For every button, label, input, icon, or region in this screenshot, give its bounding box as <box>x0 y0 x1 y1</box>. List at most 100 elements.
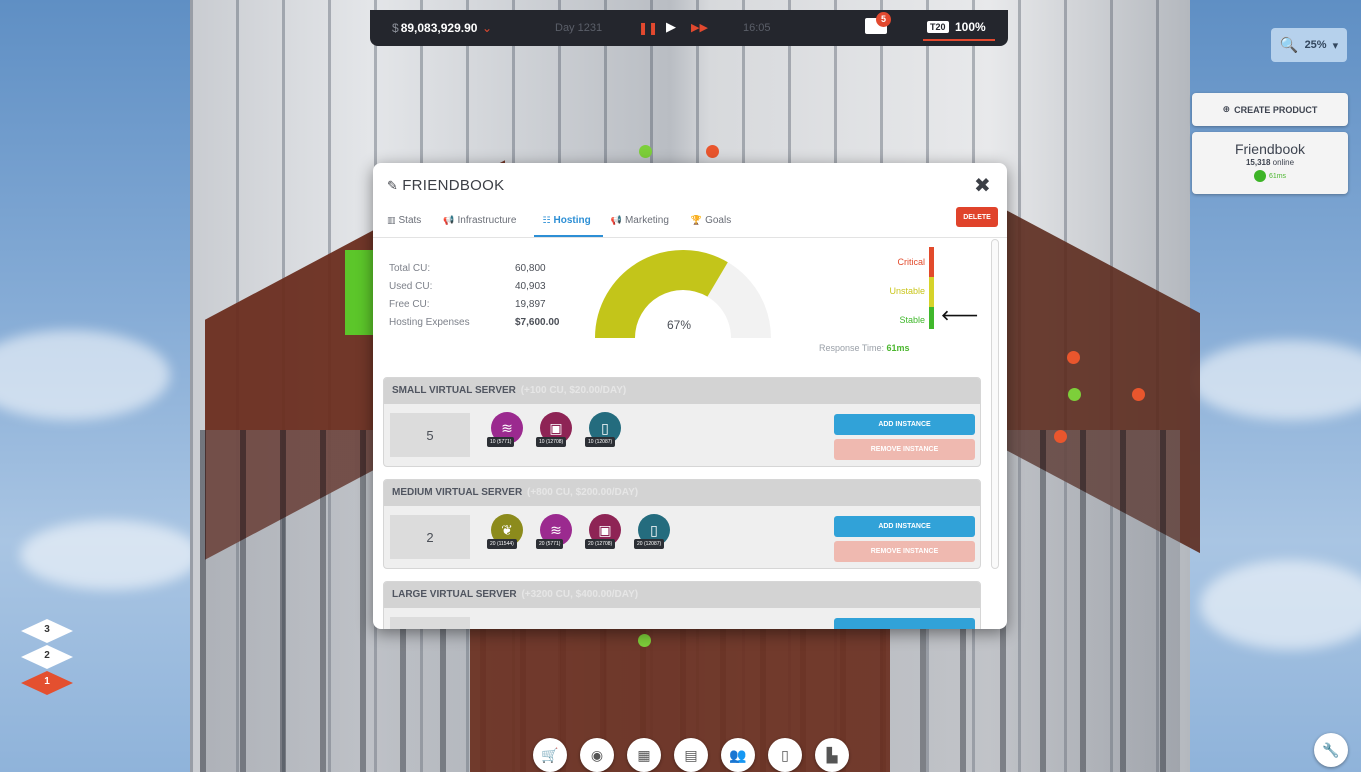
play-button[interactable]: ▶ <box>666 19 676 35</box>
stat-label: Used CU: <box>389 280 433 292</box>
megaphone-icon: 📢 <box>610 215 622 225</box>
day-counter: Day 1231 <box>555 22 603 34</box>
feature-badge: ▣ 10 (12708) <box>536 412 572 452</box>
performance-value: 100% <box>955 20 986 34</box>
product-card[interactable]: Friendbook 15,318 online 61ms <box>1192 132 1348 194</box>
stable-bar <box>929 307 934 329</box>
product-modal: ✎ FRIENDBOOK ✖ ▥ Stats 📢 Infrastructure ☷ Ho… <box>373 163 1007 629</box>
status-dot-icon <box>1253 170 1266 182</box>
unstable-bar <box>929 277 934 307</box>
add-instance-button[interactable] <box>834 618 975 629</box>
camera-icon[interactable]: ◉ <box>580 738 614 772</box>
bottom-toolbar: 🛒 ◉ ▦ ▤ 👥 ▯ ▙ <box>515 738 865 772</box>
add-instance-button[interactable]: ADD INSTANCE <box>834 516 975 537</box>
status-unstable: Unstable <box>889 286 925 296</box>
gauge-percent: 67% <box>667 318 692 332</box>
remove-instance-button[interactable]: REMOVE INSTANCE <box>834 439 975 460</box>
employee-mood-icon <box>638 634 651 647</box>
fast-forward-button[interactable]: ▶▶ <box>691 21 708 34</box>
status-stable: Stable <box>899 315 925 325</box>
floor-button-1[interactable]: 1 <box>21 671 73 695</box>
instance-count: 2 <box>390 515 470 559</box>
feature-badge: ▣ 20 (12708) <box>585 514 621 554</box>
cloud <box>1190 340 1361 420</box>
top-hud: $89,083,929.90 ⌄ Day 1231 ❚❚ ▶ ▶▶ 16:05 … <box>370 10 1008 46</box>
remove-instance-button[interactable]: REMOVE INSTANCE <box>834 541 975 562</box>
critical-bar <box>929 247 934 277</box>
server-tier-title: LARGE VIRTUAL SERVER (+3200 CU, $400.00/… <box>384 582 980 608</box>
wrench-icon[interactable]: 🔧 <box>1314 733 1348 767</box>
server-tier-small: SMALL VIRTUAL SERVER (+100 CU, $20.00/DA… <box>383 377 981 467</box>
money-display: $89,083,929.90 <box>392 21 478 35</box>
cloud <box>1200 560 1361 650</box>
product-name: Friendbook <box>1234 141 1306 157</box>
plus-icon: ⊕ <box>1222 104 1231 114</box>
shop-icon[interactable]: 🛒 <box>533 738 567 772</box>
stat-value: 40,903 <box>515 280 546 292</box>
feature-badge: ▯ 10 (12087) <box>585 412 621 452</box>
zoom-icon: 🔍 <box>1279 37 1299 54</box>
tablet-icon[interactable]: ▯ <box>768 738 802 772</box>
arrow-left-icon: 🡐 <box>941 307 979 323</box>
delete-button[interactable]: DELETE <box>956 207 998 227</box>
server-tier-large: LARGE VIRTUAL SERVER (+3200 CU, $400.00/… <box>383 581 981 629</box>
stat-label: Hosting Expenses <box>389 316 470 328</box>
chart-icon[interactable]: ▙ <box>815 738 849 772</box>
instance-count <box>390 617 470 629</box>
hosting-stats: Total CU: 60,800 Used CU: 40,903 Free CU: 1… <box>389 259 560 331</box>
tab-marketing[interactable]: 📢 Marketing <box>607 207 683 237</box>
grid-icon[interactable]: ▦ <box>627 738 661 772</box>
bar-chart-icon: ▥ <box>387 215 396 225</box>
close-icon[interactable]: ✖ <box>974 173 991 198</box>
document-icon[interactable]: ▤ <box>674 738 708 772</box>
notification-badge: 5 <box>876 12 891 27</box>
tab-bar: ▥ Stats 📢 Infrastructure ☷ Hosting 📢 Marketi… <box>383 207 749 237</box>
floor-button-2[interactable]: 2 <box>21 645 73 669</box>
stat-label: Free CU: <box>389 298 430 310</box>
scrollbar[interactable] <box>991 239 999 569</box>
server-tier-title: SMALL VIRTUAL SERVER (+100 CU, $20.00/DA… <box>384 378 980 404</box>
online-count: 15,318 online <box>1245 158 1295 167</box>
status-critical: Critical <box>897 257 925 267</box>
stat-value: 19,897 <box>515 298 546 310</box>
pause-button[interactable]: ❚❚ <box>638 21 658 35</box>
chevron-down-icon[interactable]: ⌄ <box>482 21 492 35</box>
server-tier-medium: MEDIUM VIRTUAL SERVER (+800 CU, $200.00/… <box>383 479 981 569</box>
megaphone-icon: 📢 <box>443 215 455 225</box>
server-tier-title: MEDIUM VIRTUAL SERVER (+800 CU, $200.00/… <box>384 480 980 506</box>
feature-badge: ≋ 20 (5771) <box>536 514 572 554</box>
latency-indicator: 61ms <box>1192 170 1348 182</box>
employee-mood-icon <box>639 145 652 158</box>
code-task-icon[interactable] <box>1132 388 1145 401</box>
employee-mood-icon <box>1068 388 1081 401</box>
code-task-icon[interactable] <box>706 145 719 158</box>
tab-hosting[interactable]: ☷ Hosting <box>534 207 603 237</box>
modal-title: ✎ FRIENDBOOK <box>387 177 505 194</box>
code-task-icon[interactable] <box>1067 351 1080 364</box>
people-icon[interactable]: 👥 <box>721 738 755 772</box>
feature-badge: ▯ 20 (12087) <box>634 514 670 554</box>
tab-stats[interactable]: ▥ Stats <box>383 207 435 237</box>
game-clock: 16:05 <box>743 22 771 34</box>
green-cabinet <box>345 250 375 335</box>
feature-badges: ≋ 10 (5771) ▣ 10 (12708) ▯ 10 (12087) <box>487 412 634 452</box>
cloud <box>20 520 200 590</box>
response-time: Response Time: 61ms <box>819 343 910 353</box>
create-product-button[interactable]: ⊕ CREATE PRODUCT <box>1192 93 1348 126</box>
tab-goals[interactable]: 🏆 Goals <box>687 207 745 237</box>
divider <box>373 237 1007 238</box>
add-instance-button[interactable]: ADD INSTANCE <box>834 414 975 435</box>
performance-tag: T20 <box>927 21 949 33</box>
performance-bar <box>923 39 995 41</box>
code-task-icon[interactable] <box>1054 430 1067 443</box>
floor-button-3[interactable]: 3 <box>21 619 73 643</box>
feature-badge: ❦ 20 (11544) <box>487 514 523 554</box>
zoom-control[interactable]: 🔍 25% ▾ <box>1271 28 1347 62</box>
stat-value: 60,800 <box>515 262 546 274</box>
cloud <box>0 330 170 420</box>
edit-icon: ✎ <box>387 178 399 193</box>
server-icon: ☷ <box>542 215 551 225</box>
stat-value: $7,600.00 <box>515 316 560 328</box>
chevron-down-icon: ▾ <box>1332 39 1339 52</box>
tab-infrastructure[interactable]: 📢 Infrastructure <box>439 207 530 237</box>
